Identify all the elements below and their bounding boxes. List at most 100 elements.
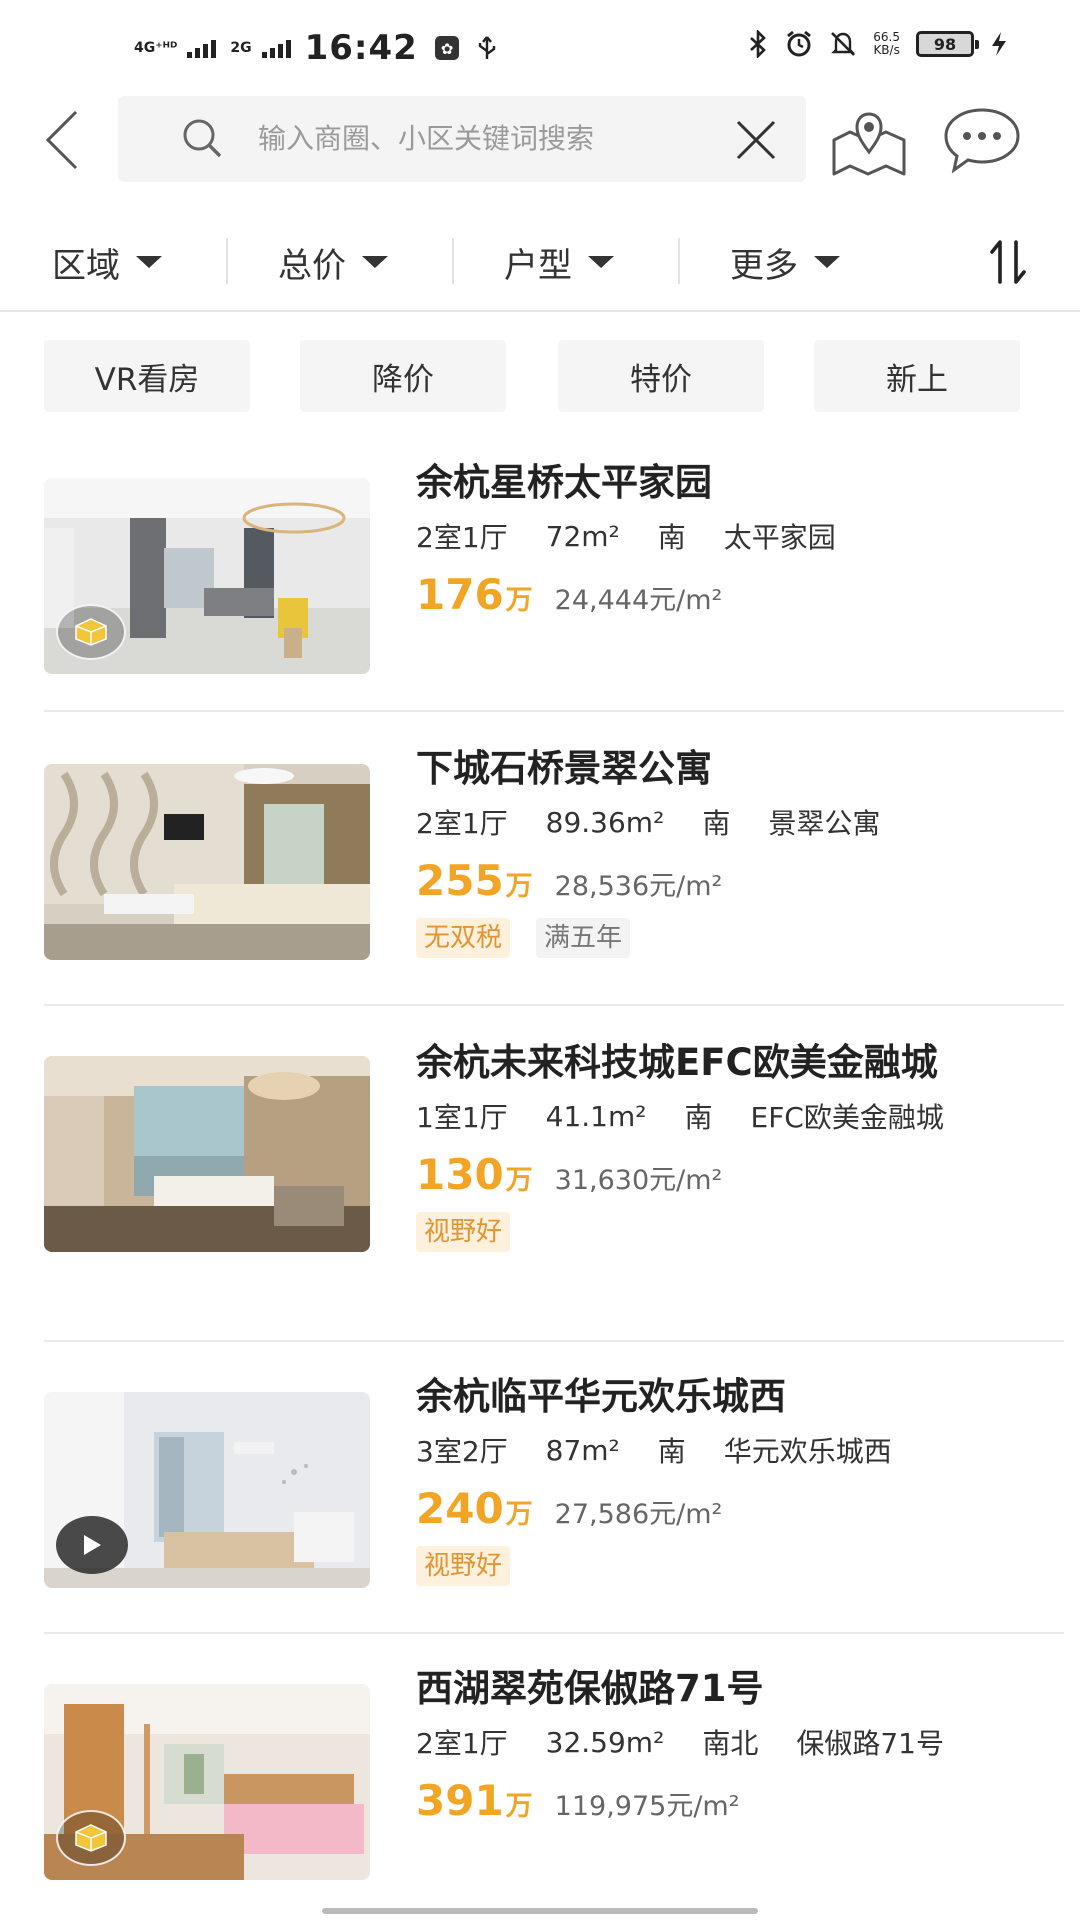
battery-level: 98 [933,34,957,54]
map-location-icon[interactable] [830,102,908,178]
listing-community: 保俶路71号 [796,1727,944,1760]
listing-price-row: 391 万 119,975元/m² [416,1776,1036,1826]
listing-price-unit: 万 [505,871,533,902]
quick-tag-vr[interactable]: VR看房 [44,340,250,412]
caret-down-icon [814,256,840,268]
listing-tags: 视野好 [416,1546,1036,1586]
listing-photo[interactable] [44,1684,370,1880]
listing-price-unit: 万 [505,1791,533,1822]
listing-photo[interactable] [44,1056,370,1252]
network-speed: 66.5 KB/s [873,31,900,57]
listing-tags: 视野好 [416,1212,1036,1252]
play-icon [84,1535,101,1555]
listing-info: 下城石桥景翠公寓 2室1厅 89.36m² 南 景翠公寓 255 万 28,53… [416,746,1036,958]
listing-meta: 3室2厅 87m² 南 华元欢乐城西 [416,1430,1036,1470]
status-bar: 4G⁺ᴴᴰ 2G 16:42 ✿ 66.5 KB/s 98 [0,0,1080,96]
listing-card[interactable]: 下城石桥景翠公寓 2室1厅 89.36m² 南 景翠公寓 255 万 28,53… [0,714,1080,1006]
filter-more-label: 更多 [730,245,798,286]
listing-info: 余杭临平华元欢乐城西 3室2厅 87m² 南 华元欢乐城西 240 万 27,5… [416,1374,1036,1586]
listing-area: 32.59m² [545,1725,665,1759]
listing-community: 太平家园 [723,521,836,554]
listing-area: 41.1m² [545,1099,647,1133]
listing-price-unit: 万 [505,1499,533,1530]
signal-icon-secondary [261,38,291,58]
listing-layout: 2室1厅 [416,1727,508,1760]
listing-meta: 2室1厅 32.59m² 南北 保俶路71号 [416,1722,1036,1762]
alarm-icon [787,30,812,57]
status-time: 16:42 [304,28,418,68]
vr-badge [56,604,126,660]
vr-icon [75,1824,107,1852]
listing-info: 余杭星桥太平家园 2室1厅 72m² 南 太平家园 176 万 24,444元/… [416,460,1036,620]
mute-bell-icon [831,32,856,56]
bluetooth-icon [750,30,767,58]
listing-unit-price: 24,444元/m² [554,585,723,616]
listing-orientation: 南 [657,1435,686,1468]
search-input[interactable] [258,114,698,162]
listing-tag: 满五年 [536,918,631,958]
listing-title: 下城石桥景翠公寓 [416,747,712,790]
quick-tag-special-price[interactable]: 特价 [558,340,764,412]
close-icon[interactable] [732,116,780,164]
listing-area: 72m² [545,519,620,553]
listing-unit-price: 28,536元/m² [554,871,723,902]
sort-icon[interactable] [986,236,1036,288]
listing-meta: 2室1厅 72m² 南 太平家园 [416,516,1036,556]
listing-unit-price: 27,586元/m² [554,1499,723,1530]
listing-card[interactable]: 余杭临平华元欢乐城西 3室2厅 87m² 南 华元欢乐城西 240 万 27,5… [0,1344,1080,1634]
listing-price: 391 [416,1776,504,1825]
search-header [0,96,1080,186]
filter-layout-label: 户型 [504,245,572,286]
listing-community: 景翠公寓 [768,807,881,840]
network-indicator-secondary: 2G [230,41,251,55]
listing-card[interactable]: 余杭未来科技城EFC欧美金融城 1室1厅 41.1m² 南 EFC欧美金融城 1… [0,1008,1080,1342]
listing-meta: 1室1厅 41.1m² 南 EFC欧美金融城 [416,1096,1036,1136]
message-icon[interactable] [942,106,1022,174]
network-indicator: 4G⁺ᴴᴰ [134,41,177,55]
living-room-photo [44,764,370,960]
listing-price-row: 255 万 28,536元/m² [416,856,1036,906]
listing-info: 西湖翠苑保俶路71号 2室1厅 32.59m² 南北 保俶路71号 391 万 … [416,1666,1036,1826]
listing-price-unit: 万 [505,585,533,616]
listing-photo[interactable] [44,478,370,674]
filter-region-label: 区域 [52,245,120,286]
battery-icon: 98 [916,31,979,57]
listing-unit-price: 119,975元/m² [554,1791,740,1822]
listing-price: 176 [416,570,504,619]
listing-layout: 1室1厅 [416,1101,508,1134]
filter-divider [678,238,680,284]
listing-layout: 2室1厅 [416,807,508,840]
quick-tag-price-drop[interactable]: 降价 [300,340,506,412]
listing-price: 130 [416,1150,504,1199]
listing-tag: 视野好 [416,1546,511,1586]
filter-region[interactable]: 区域 [52,234,162,290]
listing-price-unit: 万 [505,1165,533,1196]
listing-community: 华元欢乐城西 [723,1435,892,1468]
listing-orientation: 南 [684,1101,713,1134]
network-type-secondary: 2G [230,40,252,56]
listing-photo[interactable] [44,1392,370,1588]
listing-price: 240 [416,1484,504,1533]
quick-tag-new[interactable]: 新上 [814,340,1020,412]
video-badge[interactable] [56,1516,128,1574]
listing-area: 87m² [545,1433,620,1467]
listing-divider [44,710,1064,712]
vr-badge [56,1810,126,1866]
listing-divider [44,1340,1064,1342]
listing-title: 余杭临平华元欢乐城西 [416,1375,786,1418]
listing-area: 89.36m² [545,805,665,839]
listing-card[interactable]: 余杭星桥太平家园 2室1厅 72m² 南 太平家园 176 万 24,444元/… [0,440,1080,712]
listing-price-row: 240 万 27,586元/m² [416,1484,1036,1534]
filter-more[interactable]: 更多 [730,234,840,290]
listing-photo[interactable] [44,764,370,960]
back-icon[interactable] [36,104,92,176]
caret-down-icon [362,256,388,268]
svg-text:✿: ✿ [441,40,454,58]
search-box[interactable] [118,96,806,182]
bedroom-photo [44,1056,370,1252]
filter-layout[interactable]: 户型 [504,234,614,290]
search-icon [183,119,222,158]
listing-card[interactable]: 西湖翠苑保俶路71号 2室1厅 32.59m² 南北 保俶路71号 391 万 … [0,1636,1080,1906]
home-indicator[interactable] [322,1908,758,1914]
filter-total-price[interactable]: 总价 [278,234,388,290]
